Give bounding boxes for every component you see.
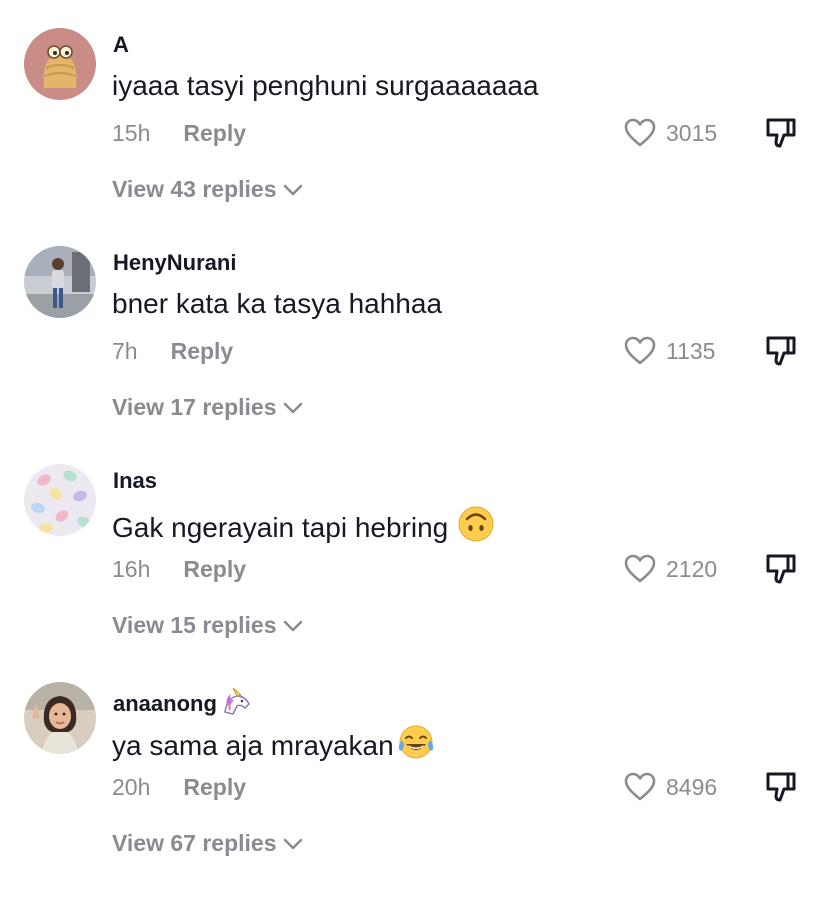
comment-timestamp: 7h: [112, 338, 138, 364]
comment-item: Inas Gak ngerayain tapi hebring 16h Repl…: [0, 464, 828, 682]
reply-button[interactable]: Reply: [183, 774, 246, 801]
chevron-down-icon: [283, 184, 302, 195]
dislike-button[interactable]: [764, 334, 798, 368]
chevron-down-icon: [283, 838, 302, 849]
view-replies-button[interactable]: View 43 replies: [112, 176, 303, 203]
macarons-avatar-icon: [24, 464, 96, 536]
comment-text: bner kata ka tasya hahhaa: [112, 288, 442, 320]
comment-meta: 16h Reply: [112, 556, 246, 583]
reply-button[interactable]: Reply: [171, 338, 234, 365]
comment-username[interactable]: A: [113, 32, 129, 58]
comment-item: HenyNurani bner kata ka tasya hahhaa 7h …: [0, 246, 828, 464]
comment-text-content: Gak ngerayain tapi hebring: [112, 511, 449, 543]
heart-icon: [624, 336, 656, 365]
like-count: 8496: [666, 773, 718, 800]
like-button[interactable]: 3015: [624, 116, 717, 150]
view-replies-button[interactable]: View 17 replies: [112, 394, 303, 421]
reply-button[interactable]: Reply: [183, 120, 246, 147]
user-avatar[interactable]: [24, 682, 96, 754]
comment-item: A iyaaa tasyi penghuni surgaaaaaaa 15h R…: [0, 28, 828, 246]
comment-timestamp: 20h: [112, 774, 151, 800]
comment-text: ya sama aja mrayakan: [112, 724, 436, 767]
comment-meta: 7h Reply: [112, 338, 233, 365]
user-avatar[interactable]: [24, 28, 96, 100]
comment-meta: 20h Reply: [112, 774, 246, 801]
comment-timestamp: 15h: [112, 120, 151, 146]
like-count: 2120: [666, 555, 718, 582]
comment-username[interactable]: HenyNurani: [113, 250, 236, 276]
dislike-button[interactable]: [764, 116, 798, 150]
user-avatar[interactable]: [24, 246, 96, 318]
user-avatar[interactable]: [24, 464, 96, 536]
selfie-avatar-icon: [24, 682, 96, 754]
tears-of-joy-emoji-icon: [396, 724, 436, 767]
view-replies-button[interactable]: View 67 replies: [112, 830, 303, 857]
username-text[interactable]: HenyNurani: [113, 250, 236, 276]
heart-icon: [624, 118, 656, 147]
view-replies-label: View 43 replies: [112, 176, 277, 202]
username-text[interactable]: anaanong: [113, 691, 217, 717]
thumbs-down-icon: [766, 554, 796, 584]
comment-timestamp: 16h: [112, 556, 151, 582]
comment-text: iyaaa tasyi penghuni surgaaaaaaa: [112, 70, 539, 102]
view-replies-label: View 17 replies: [112, 394, 277, 420]
comment-text: Gak ngerayain tapi hebring: [112, 506, 494, 549]
username-text[interactable]: Inas: [113, 468, 157, 494]
comment-username[interactable]: anaanong: [113, 686, 253, 722]
chevron-down-icon: [283, 620, 302, 631]
dislike-button[interactable]: [764, 552, 798, 586]
heart-icon: [624, 772, 656, 801]
unicorn-emoji-icon: [221, 686, 253, 722]
comment-username[interactable]: Inas: [113, 468, 157, 494]
like-count: 1135: [666, 337, 716, 364]
thumbs-down-icon: [766, 772, 796, 802]
comment-meta: 15h Reply: [112, 120, 246, 147]
view-replies-button[interactable]: View 15 replies: [112, 612, 303, 639]
upside-down-face-emoji-icon: [458, 506, 494, 549]
thumbs-down-icon: [766, 118, 796, 148]
like-count: 3015: [666, 119, 718, 146]
reply-button[interactable]: Reply: [183, 556, 246, 583]
thumbs-down-icon: [766, 336, 796, 366]
view-replies-label: View 15 replies: [112, 612, 277, 638]
like-button[interactable]: 8496: [624, 770, 717, 804]
like-button[interactable]: 1135: [624, 334, 715, 368]
dislike-button[interactable]: [764, 770, 798, 804]
like-button[interactable]: 2120: [624, 552, 717, 586]
chevron-down-icon: [283, 402, 302, 413]
comment-text-content: bner kata ka tasya hahhaa: [112, 288, 443, 319]
cartoon-character-avatar-icon: [24, 28, 96, 100]
comment-text-content: iyaaa tasyi penghuni surgaaaaaaa: [112, 70, 539, 101]
person-photo-avatar-icon: [24, 246, 96, 318]
comment-text-content: ya sama aja mrayakan: [112, 729, 394, 761]
comment-item: anaanong ya sama aja mrayakan 20h Reply …: [0, 682, 828, 900]
view-replies-label: View 67 replies: [112, 830, 277, 856]
username-text[interactable]: A: [113, 32, 129, 58]
heart-icon: [624, 554, 656, 583]
